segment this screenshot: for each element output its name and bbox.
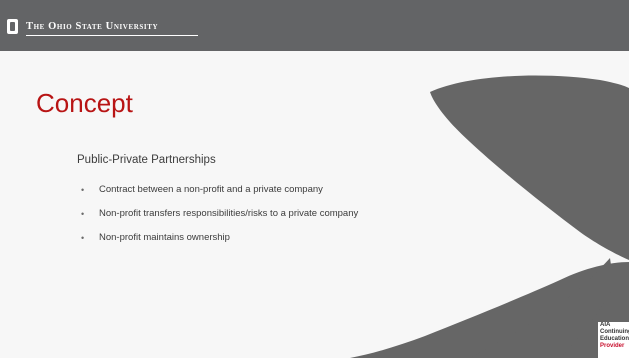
bullet-item: • Contract between a non-profit and a pr… <box>77 178 358 202</box>
bullet-item: • Non-profit transfers responsibilities/… <box>77 202 358 226</box>
bullet-marker-icon: • <box>81 233 85 243</box>
slide-title: Concept <box>36 88 133 118</box>
badge-line-education: Education <box>600 336 629 342</box>
aia-provider-badge: AIA Continuing Education Provider <box>598 322 629 358</box>
bullet-text: Non-profit maintains ownership <box>99 232 230 243</box>
bullet-marker-icon: • <box>81 185 85 195</box>
slide-subtitle: Public-Private Partnerships <box>77 154 216 166</box>
bullet-item: • Non-profit maintains ownership <box>77 226 358 250</box>
bullet-text: Non-profit transfers responsibilities/ri… <box>99 208 359 219</box>
badge-line-continuing: Continuing <box>600 329 629 335</box>
badge-line-provider: Provider <box>600 343 625 349</box>
bullet-text: Contract between a non-profit and a priv… <box>99 184 323 195</box>
upper-petal <box>430 75 629 260</box>
badge-line-aia: AIA <box>600 322 611 328</box>
bullet-marker-icon: • <box>81 209 85 219</box>
presentation-slide: The Ohio State University Concept Public… <box>0 0 629 358</box>
bullet-list: • Contract between a non-profit and a pr… <box>77 178 358 250</box>
